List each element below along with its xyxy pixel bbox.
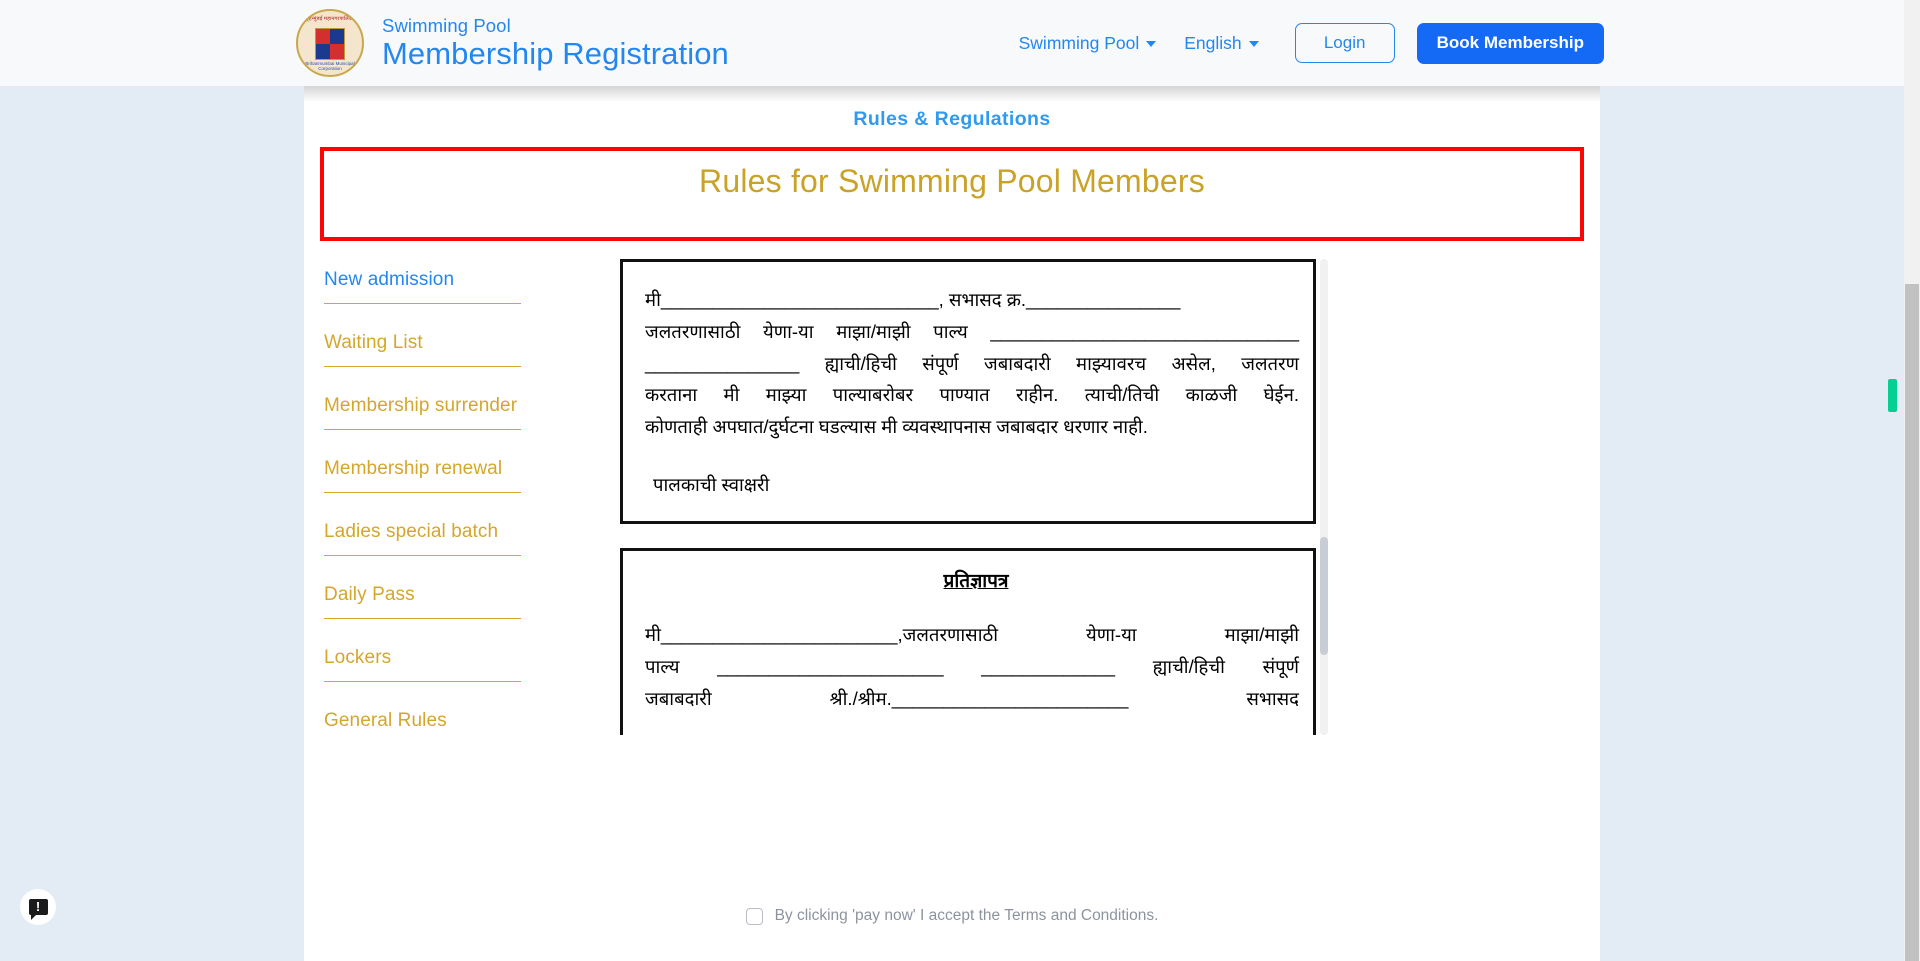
nav-swimming-pool-dropdown[interactable]: Swimming Pool xyxy=(1005,23,1171,64)
body-split: New admission Waiting List Membership su… xyxy=(304,259,1600,744)
affidavit-line-1: मी_______________________,जलतरणासाठी येण… xyxy=(645,623,1299,645)
sidebar-item-label: General Rules xyxy=(324,710,447,731)
brand-block[interactable]: बृहन्मुंबई महानगरपालिका Brihanmumbai Mun… xyxy=(296,9,729,77)
chevron-down-icon xyxy=(1146,41,1157,47)
affidavit-line-3: जबाबदारी श्री./श्रीम.___________________… xyxy=(645,687,1299,709)
brand-title: Membership Registration xyxy=(382,35,729,71)
sidebar-item-label: New admission xyxy=(324,269,455,290)
sidebar-item-label: Waiting List xyxy=(324,332,423,353)
page-section-title: Rules & Regulations xyxy=(853,108,1051,130)
undertaking-line-1: मी___________________________, सभासद क्र… xyxy=(645,289,1181,310)
feedback-icon-glyph: ! xyxy=(35,899,41,914)
affidavit-line-4 xyxy=(645,714,1307,735)
book-membership-button[interactable]: Book Membership xyxy=(1416,22,1604,64)
sidebar-item-general-rules[interactable]: General Rules xyxy=(322,704,602,744)
rules-document-scroll-area[interactable]: मी___________________________, सभासद क्र… xyxy=(620,259,1328,735)
browser-scrollbar-thumb[interactable] xyxy=(1905,284,1919,961)
terms-checkbox-label: By clicking 'pay now' I accept the Terms… xyxy=(774,907,1159,924)
sidebar-item-ladies-special-batch[interactable]: Ladies special batch xyxy=(322,515,602,556)
consent-row: By clicking 'pay now' I accept the Terms… xyxy=(304,907,1600,925)
feedback-alert-icon: ! xyxy=(28,899,48,920)
undertaking-line-3: _______________ ह्याची/हिची संपूर्ण जबाब… xyxy=(645,352,1299,374)
sidebar-item-membership-renewal[interactable]: Membership renewal xyxy=(322,452,602,493)
terms-checkbox[interactable] xyxy=(745,907,763,925)
nav-language-dropdown[interactable]: English xyxy=(1170,23,1272,64)
login-button[interactable]: Login xyxy=(1294,23,1395,63)
sidebar-item-label: Membership renewal xyxy=(324,458,503,479)
rules-banner: Rules for Swimming Pool Members xyxy=(320,147,1584,241)
logo-arc-top-text: बृहन्मुंबई महानगरपालिका xyxy=(305,16,355,22)
affidavit-title: प्रतिज्ञापत्र xyxy=(943,570,1009,592)
brand-subtitle: Swimming Pool xyxy=(382,14,511,36)
browser-scrollbar-track[interactable] xyxy=(1904,0,1920,961)
sidebar-item-label: Membership surrender xyxy=(324,395,518,416)
nav-language-label: English xyxy=(1184,32,1242,53)
logo-crest-shield-icon xyxy=(315,28,345,61)
logo-arc-bottom-text: Brihanmumbai Municipal Corporation xyxy=(305,61,355,71)
sidebar-item-lockers[interactable]: Lockers xyxy=(322,641,602,682)
page-root: बृहन्मुंबई महानगरपालिका Brihanmumbai Mun… xyxy=(0,0,1920,961)
parent-signature-label: पालकाची स्वाक्षरी xyxy=(653,474,770,496)
undertaking-block-1: मी___________________________, सभासद क्र… xyxy=(620,259,1316,524)
document-scrollbar-track[interactable] xyxy=(1320,259,1328,735)
rules-banner-title: Rules for Swimming Pool Members xyxy=(699,163,1205,199)
document-scrollbar-thumb[interactable] xyxy=(1320,537,1328,655)
undertaking-line-2: जलतरणासाठी येणा-या माझा/माझी पाल्य _____… xyxy=(645,320,1299,342)
header-nav: Swimming Pool English Login Book Members… xyxy=(1005,22,1604,64)
undertaking-line-4: करताना मी माझ्या पाल्याबरोबर पाण्यात राह… xyxy=(645,384,1299,406)
site-header: बृहन्मुंबई महानगरपालिका Brihanmumbai Mun… xyxy=(0,0,1904,86)
sidebar-item-waiting-list[interactable]: Waiting List xyxy=(322,326,602,367)
sidebar-item-label: Lockers xyxy=(324,647,392,668)
nav-swimming-pool-label: Swimming Pool xyxy=(1018,32,1140,53)
chevron-down-icon xyxy=(1248,41,1259,47)
affidavit-block-2: प्रतिज्ञापत्र मी_______________________,… xyxy=(620,547,1316,735)
brand-text: Swimming Pool Membership Registration xyxy=(382,14,729,71)
bmc-emblem-logo-icon: बृहन्मुंबई महानगरपालिका Brihanmumbai Mun… xyxy=(296,9,364,77)
sidebar-item-label: Ladies special batch xyxy=(324,521,499,542)
sidebar-item-membership-surrender[interactable]: Membership surrender xyxy=(322,389,602,430)
content-card: Rules & Regulations Rules for Swimming P… xyxy=(304,86,1600,961)
sidebar-item-label: Daily Pass xyxy=(324,584,415,605)
feedback-button[interactable]: ! xyxy=(20,889,56,925)
rules-sidebar: New admission Waiting List Membership su… xyxy=(322,259,602,744)
sidebar-item-new-admission[interactable]: New admission xyxy=(322,263,602,304)
affidavit-line-2: पाल्य ______________________ ___________… xyxy=(645,655,1299,677)
undertaking-line-5: कोणताही अपघात/दुर्घटना घडल्यास मी व्यवस्… xyxy=(645,416,1148,438)
sidebar-item-daily-pass[interactable]: Daily Pass xyxy=(322,578,602,619)
rules-document-panel[interactable]: मी___________________________, सभासद क्र… xyxy=(620,259,1328,735)
extension-scroll-marker[interactable] xyxy=(1888,379,1897,412)
